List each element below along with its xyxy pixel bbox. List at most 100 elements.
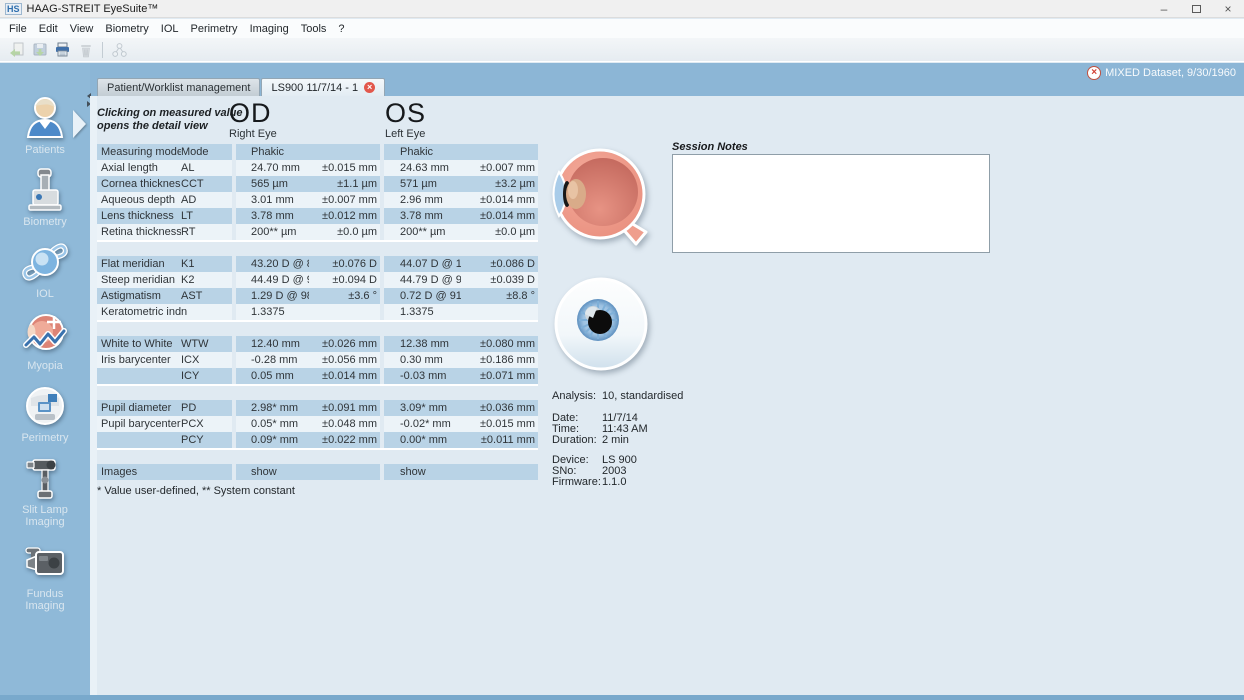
od-value[interactable]: 43.20 D @ 8 ° [236,256,309,272]
sidebar-item-slit-lamp[interactable]: Slit Lamp Imaging [3,453,87,528]
od-value[interactable]: 200** µm [236,224,309,240]
tab-patient-worklist[interactable]: Patient/Worklist management [97,78,260,96]
sidebar-item-label: IOL [10,288,80,300]
menu-help[interactable]: ? [333,21,351,37]
od-value[interactable]: 3.01 mm [236,192,309,208]
sidebar: Patients Biometry [0,63,90,695]
os-value[interactable]: 1.3375 [384,304,461,320]
tab-ls900-exam[interactable]: LS900 11/7/14 - 1 × [261,78,385,96]
sidebar-expand-handle[interactable] [73,110,86,138]
maximize-button[interactable] [1180,0,1212,17]
od-value[interactable]: 1.3375 [236,304,309,320]
os-value[interactable]: 12.38 mm [384,336,461,352]
table-row: Keratometric index n 1.3375 1.3375 [97,304,538,320]
os-value[interactable]: Phakic [384,144,461,160]
menu-view[interactable]: View [65,21,101,37]
menu-biometry[interactable]: Biometry [100,21,155,37]
sidebar-item-label: Perimetry [10,432,80,444]
delete-button[interactable] [74,40,97,60]
od-value[interactable]: 0.05* mm [236,416,309,432]
os-value[interactable]: 0.30 mm [384,352,461,368]
row-label: Flat meridian [97,256,181,272]
os-value[interactable]: 2.96 mm [384,192,461,208]
tab-label: LS900 11/7/14 - 1 [271,82,358,94]
row-label [97,432,181,448]
menu-edit[interactable]: Edit [34,21,65,37]
os-deviation [461,464,538,480]
od-value[interactable]: 1.29 D @ 98 ° [236,288,309,304]
os-value[interactable]: 0.00* mm [384,432,461,448]
session-notes-input[interactable] [672,154,990,253]
close-button[interactable]: × [1212,0,1244,17]
menu-file[interactable]: File [4,21,34,37]
table-row: Steep meridian K2 44.49 D @ 98 ° ±0.094 … [97,272,538,288]
sidebar-item-iol[interactable]: IOL [3,237,87,300]
od-value[interactable]: 565 µm [236,176,309,192]
table-row: ICY 0.05 mm ±0.014 mm -0.03 mm ±0.071 mm [97,368,538,384]
os-value[interactable]: -0.03 mm [384,368,461,384]
row-label: Cornea thickness [97,176,181,192]
os-value[interactable]: 3.78 mm [384,208,461,224]
dataset-close-icon[interactable]: × [1088,67,1100,79]
menu-perimetry[interactable]: Perimetry [186,21,245,37]
os-value[interactable]: 3.09* mm [384,400,461,416]
od-value[interactable]: -0.28 mm [236,352,309,368]
app-body: × MIXED Dataset, 9/30/1960 Patients [0,63,1244,695]
od-value[interactable]: 44.49 D @ 98 ° [236,272,309,288]
table-row: Measuring mode Mode Phakic Phakic [97,144,538,160]
sidebar-item-fundus[interactable]: Fundus Imaging [3,537,87,612]
row-label: Astigmatism [97,288,181,304]
od-deviation: ±0.012 mm [309,208,380,224]
connections-button[interactable] [108,40,131,60]
od-deviation: ±0.007 mm [309,192,380,208]
biometry-icon [20,165,70,215]
row-label: Aqueous depth [97,192,181,208]
table-row: Pupil diameter PD 2.98* mm ±0.091 mm 3.0… [97,400,538,416]
import-button[interactable] [5,40,28,60]
print-icon [54,42,71,58]
menu-tools[interactable]: Tools [296,21,334,37]
group-separator [97,384,538,400]
os-value[interactable]: 200** µm [384,224,461,240]
od-deviation: ±0.026 mm [309,336,380,352]
row-mode: WTW [181,336,232,352]
od-value[interactable]: 0.05 mm [236,368,309,384]
row-mode: Mode [181,144,232,160]
menu-iol[interactable]: IOL [156,21,186,37]
print-button[interactable] [51,40,74,60]
od-show-images-link[interactable]: show [236,464,309,480]
od-value[interactable]: 0.09* mm [236,432,309,448]
od-value[interactable]: Phakic [236,144,309,160]
os-value[interactable]: 44.79 D @ 91 ° [384,272,461,288]
os-name: Left Eye [385,128,426,140]
os-deviation: ±0.014 mm [461,192,538,208]
row-mode: PCY [181,432,232,448]
table-row: Iris barycenter ICX -0.28 mm ±0.056 mm 0… [97,352,538,368]
os-value[interactable]: 0.72 D @ 91 ° [384,288,461,304]
tab-close-icon[interactable]: × [364,82,375,93]
minimize-button[interactable]: – [1148,0,1180,17]
os-value[interactable]: 24.63 mm [384,160,461,176]
os-value[interactable]: -0.02* mm [384,416,461,432]
os-value[interactable]: 44.07 D @ 1 ° [384,256,461,272]
sidebar-item-myopia[interactable]: Myopia [3,309,87,372]
od-value[interactable]: 2.98* mm [236,400,309,416]
duration-row: Duration: 2 min [552,435,683,446]
od-value[interactable]: 12.40 mm [236,336,309,352]
analysis-row: Analysis: 10, standardised [552,391,683,402]
row-label: Steep meridian [97,272,181,288]
os-value[interactable]: 571 µm [384,176,461,192]
od-value[interactable]: 3.78 mm [236,208,309,224]
od-value[interactable]: 24.70 mm [236,160,309,176]
os-deviation: ±0.036 mm [461,400,538,416]
od-deviation: ±0.094 D [309,272,380,288]
os-show-images-link[interactable]: show [384,464,461,480]
row-label: Axial length [97,160,181,176]
sidebar-item-biometry[interactable]: Biometry [3,165,87,228]
os-header: OS Left Eye [385,100,426,140]
save-button[interactable] [28,40,51,60]
row-label: Keratometric index [97,304,181,320]
sidebar-item-perimetry[interactable]: Perimetry [3,381,87,444]
menu-imaging[interactable]: Imaging [245,21,296,37]
os-deviation: ±0.011 mm [461,432,538,448]
